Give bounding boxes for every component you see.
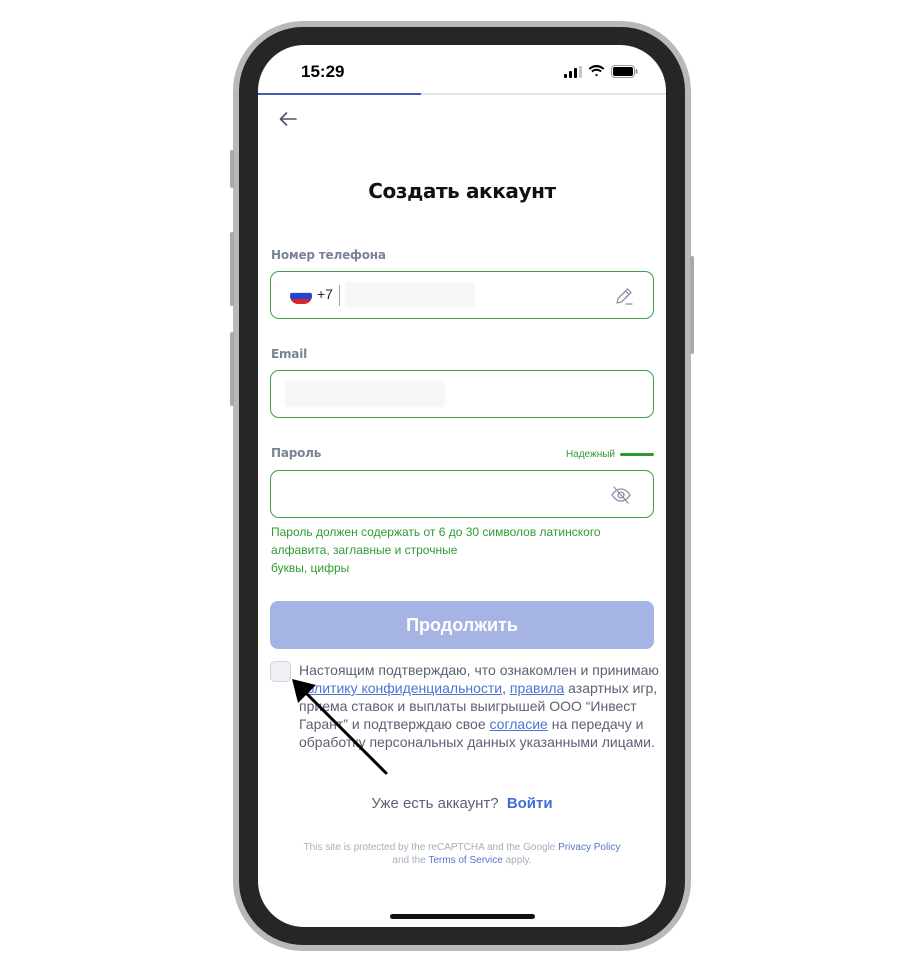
consent-text: Настоящим подтверждаю, что ознакомлен и … [299, 661, 661, 751]
signup-progress-track [258, 93, 666, 95]
wifi-icon [588, 65, 605, 77]
data-consent-link[interactable]: согласие [490, 716, 548, 732]
login-link[interactable]: Войти [507, 795, 553, 812]
page-title: Создать аккаунт [368, 179, 556, 203]
status-icons [564, 65, 638, 78]
back-button[interactable] [276, 107, 300, 131]
recaptcha-text: apply. [502, 855, 532, 866]
battery-icon [611, 65, 638, 78]
login-prompt-text: Уже есть аккаунт? [371, 795, 499, 812]
password-hint-line: алфавита, заглавные и строчные [271, 543, 458, 557]
app-screen: 15:29 Создать аккаунт Номер телефона +7 … [258, 45, 666, 927]
eye-off-icon[interactable] [609, 484, 633, 506]
continue-button[interactable]: Продолжить [270, 601, 654, 649]
redacted-phone-number [345, 282, 475, 308]
phone-mute-switch [230, 150, 234, 188]
recaptcha-notice: This site is protected by the reCAPTCHA … [278, 841, 646, 867]
phone-volume-down-button [230, 332, 234, 406]
privacy-policy-link[interactable]: политику конфиденциальности [299, 680, 502, 696]
phone-country-prefix[interactable]: +7 [317, 286, 333, 302]
email-input[interactable] [270, 370, 654, 418]
recaptcha-text: This site is protected by the reCAPTCHA … [303, 842, 559, 853]
password-strength: Надежный [566, 449, 654, 460]
status-time: 15:29 [301, 62, 345, 81]
password-hint-line: буквы, цифры [271, 561, 350, 575]
phone-power-button [690, 256, 694, 354]
password-strength-label: Надежный [565, 449, 615, 460]
password-strength-bar [620, 453, 654, 456]
home-indicator[interactable] [390, 914, 535, 919]
phone-field-label: Номер телефона [271, 248, 386, 262]
google-privacy-policy-link[interactable]: Privacy Policy [558, 842, 620, 853]
consent-checkbox[interactable] [270, 661, 291, 682]
recaptcha-text: and the [392, 855, 429, 866]
pencil-icon[interactable] [613, 285, 635, 307]
phone-volume-up-button [230, 232, 234, 306]
arrow-left-icon [279, 112, 297, 126]
redacted-email [285, 381, 445, 407]
signal-icon [564, 65, 582, 78]
text-caret [339, 285, 340, 306]
consent-text-part: , [502, 680, 510, 696]
email-field-label: Email [271, 347, 308, 361]
gambling-rules-link[interactable]: правила [510, 680, 564, 696]
russia-flag-icon [290, 288, 312, 304]
google-terms-link[interactable]: Terms of Service [428, 855, 502, 866]
password-field-label: Пароль [271, 446, 322, 460]
password-input[interactable] [270, 470, 654, 518]
login-prompt: Уже есть аккаунт? Войти [258, 795, 666, 812]
phone-input[interactable]: +7 [270, 271, 654, 319]
consent-text-part: Настоящим подтверждаю, что ознакомлен и … [299, 662, 659, 678]
password-hint-line: Пароль должен содержать от 6 до 30 симво… [271, 525, 601, 539]
signup-progress-fill [258, 93, 422, 95]
status-bar: 15:29 [258, 45, 666, 93]
password-hint: Пароль должен содержать от 6 до 30 симво… [271, 523, 655, 577]
